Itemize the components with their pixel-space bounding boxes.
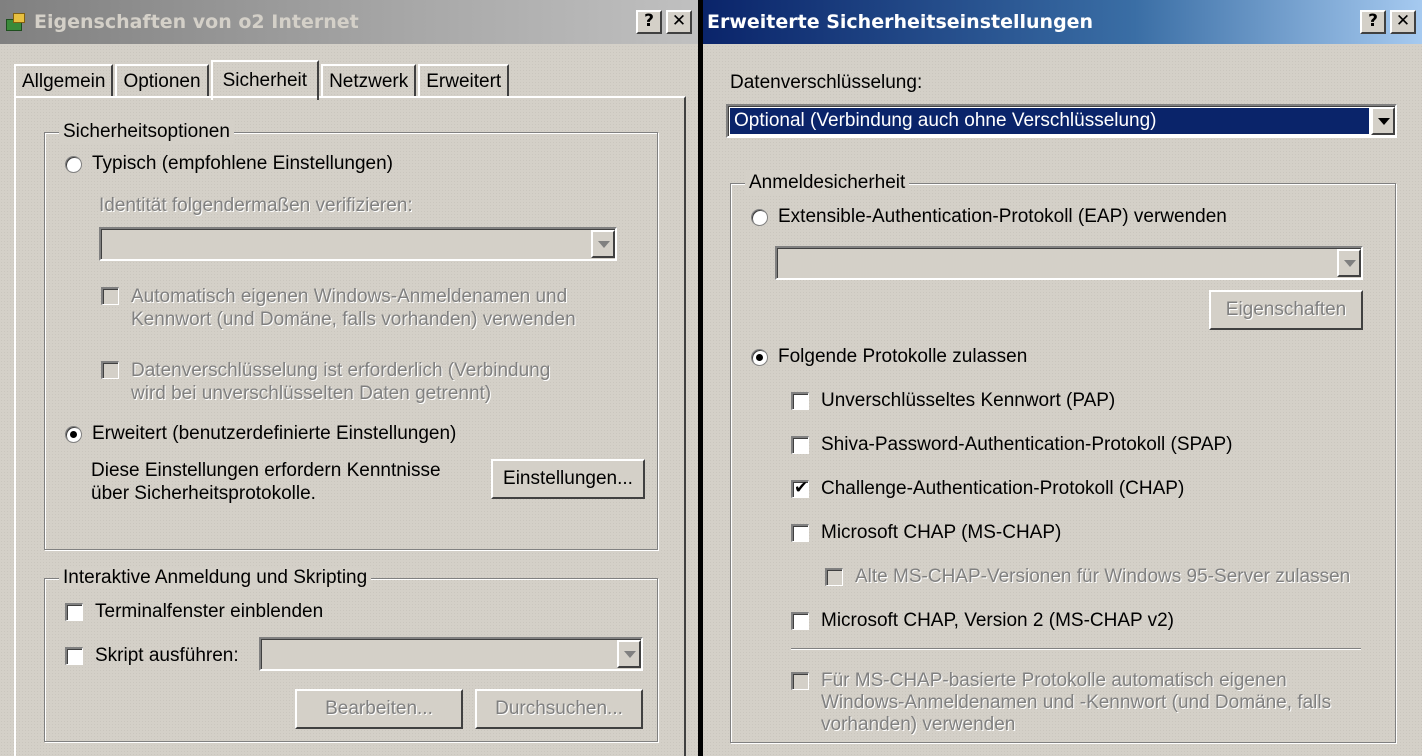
typical-radio-row[interactable]: Typisch (empfohlene Einstellungen) — [65, 153, 393, 175]
spap-checkbox[interactable] — [791, 436, 809, 454]
auto-logon-line2: Kennwort (und Domäne, falls vorhanden) v… — [131, 309, 576, 330]
mschap-label: Microsoft CHAP (MS-CHAP) — [821, 522, 1062, 543]
help-button[interactable]: ? — [636, 10, 662, 34]
script-combo[interactable] — [259, 637, 643, 671]
mschap-auto-line3: vorhanden) verwenden — [821, 714, 1016, 735]
eap-combo[interactable] — [775, 246, 1363, 280]
security-tab-panel: Sicherheitsoptionen Typisch (empfohlene … — [14, 96, 686, 756]
mschap-auto-checkbox[interactable] — [791, 672, 809, 690]
mschap-old-label: Alte MS-CHAP-Versionen für Windows 95-Se… — [855, 566, 1351, 587]
close-button[interactable]: ✕ — [1390, 10, 1416, 34]
logon-security-group: Anmeldesicherheit Extensible-Authenticat… — [730, 172, 1396, 743]
advanced-radio[interactable] — [65, 425, 82, 443]
auto-logon-checkbox[interactable] — [101, 287, 119, 305]
properties-dialog: Eigenschaften von o2 Internet ? ✕ Allgem… — [0, 0, 698, 756]
properties-titlebar[interactable]: Eigenschaften von o2 Internet ? ✕ — [0, 0, 698, 44]
encryption-required-checkbox[interactable] — [101, 361, 119, 379]
encryption-select-value: Optional (Verbindung auch ohne Verschlüs… — [730, 108, 1369, 134]
typical-radio[interactable] — [65, 155, 82, 173]
auto-logon-row[interactable]: Automatisch eigenen Windows-Anmeldenamen… — [101, 285, 576, 331]
help-button[interactable]: ? — [1360, 10, 1386, 34]
security-options-group: Sicherheitsoptionen Typisch (empfohlene … — [44, 121, 658, 550]
pap-checkbox[interactable] — [791, 392, 809, 410]
chap-label: Challenge-Authentication-Protokoll (CHAP… — [821, 478, 1185, 499]
script-checkbox[interactable] — [65, 647, 83, 665]
encryption-select[interactable]: Optional (Verbindung auch ohne Verschlüs… — [726, 104, 1397, 138]
chevron-down-icon[interactable] — [591, 230, 615, 258]
chap-row[interactable]: ✔ Challenge-Authentication-Protokoll (CH… — [791, 478, 1184, 500]
tab-netzwerk[interactable]: Netzwerk — [321, 64, 417, 98]
mschap-old-row[interactable]: Alte MS-CHAP-Versionen für Windows 95-Se… — [825, 566, 1350, 588]
encryption-label: Datenverschlüsselung: — [730, 72, 923, 93]
verify-combo[interactable] — [99, 227, 617, 261]
spap-label: Shiva-Password-Authentication-Protokoll … — [821, 434, 1233, 455]
logon-security-label: Anmeldesicherheit — [745, 172, 910, 194]
tab-sicherheit[interactable]: Sicherheit — [210, 60, 320, 100]
typical-radio-label: Typisch (empfohlene Einstellungen) — [92, 153, 394, 174]
eap-radio-label: Extensible-Authentication-Protokoll (EAP… — [778, 206, 1227, 227]
allow-protocols-row[interactable]: Folgende Protokolle zulassen — [751, 346, 1027, 368]
advanced-security-dialog: Erweiterte Sicherheitseinstellungen ? ✕ … — [703, 0, 1422, 756]
browse-button[interactable]: Durchsuchen... — [475, 689, 643, 729]
mschap-auto-line2: Windows-Anmeldenamen und -Kennwort (und … — [821, 692, 1332, 713]
mschap-auto-line1: Für MS-CHAP-basierte Protokolle automati… — [821, 670, 1287, 691]
allow-protocols-label: Folgende Protokolle zulassen — [778, 346, 1028, 367]
chevron-down-icon[interactable] — [1371, 107, 1395, 135]
advanced-note: Diese Einstellungen erfordern Kenntnisse… — [91, 459, 441, 505]
mschap-old-checkbox[interactable] — [825, 568, 843, 586]
tab-allgemein[interactable]: Allgemein — [14, 64, 114, 98]
script-label: Skript ausführen: — [95, 645, 239, 666]
network-connection-icon — [4, 11, 26, 33]
auto-logon-line1: Automatisch eigenen Windows-Anmeldenamen… — [131, 286, 568, 307]
advanced-note-line1: Diese Einstellungen erfordern Kenntnisse — [91, 460, 441, 481]
pap-label: Unverschlüsseltes Kennwort (PAP) — [821, 390, 1116, 411]
verify-label: Identität folgendermaßen verifizieren: — [99, 195, 413, 216]
interactive-logon-label: Interaktive Anmeldung und Skripting — [59, 567, 372, 589]
advanced-security-title: Erweiterte Sicherheitseinstellungen — [707, 11, 1094, 33]
settings-button[interactable]: Einstellungen... — [491, 459, 645, 499]
encryption-required-line1: Datenverschlüsselung ist erforderlich (V… — [131, 360, 551, 381]
terminal-row[interactable]: Terminalfenster einblenden — [65, 601, 323, 623]
advanced-radio-label: Erweitert (benutzerdefinierte Einstellun… — [92, 423, 457, 444]
tab-erweitert[interactable]: Erweitert — [418, 64, 510, 98]
security-options-label: Sicherheitsoptionen — [59, 121, 234, 143]
pap-row[interactable]: Unverschlüsseltes Kennwort (PAP) — [791, 390, 1115, 412]
close-button[interactable]: ✕ — [666, 10, 692, 34]
terminal-checkbox[interactable] — [65, 603, 83, 621]
encryption-required-row[interactable]: Datenverschlüsselung ist erforderlich (V… — [101, 359, 550, 405]
tab-strip: Allgemein Optionen Sicherheit Netzwerk E… — [14, 60, 511, 100]
encryption-required-line2: wird bei unverschlüsselten Daten getrenn… — [131, 383, 492, 404]
advanced-security-titlebar[interactable]: Erweiterte Sicherheitseinstellungen ? ✕ — [703, 0, 1422, 44]
eap-radio[interactable] — [751, 208, 768, 226]
allow-protocols-radio[interactable] — [751, 348, 768, 366]
mschap-v2-label: Microsoft CHAP, Version 2 (MS-CHAP v2) — [821, 610, 1175, 631]
checkmark-icon: ✔ — [794, 478, 809, 498]
chap-checkbox[interactable]: ✔ — [791, 478, 809, 498]
mschap-v2-checkbox[interactable] — [791, 612, 809, 630]
edit-button[interactable]: Bearbeiten... — [295, 689, 463, 729]
spap-row[interactable]: Shiva-Password-Authentication-Protokoll … — [791, 434, 1233, 456]
advanced-note-line2: über Sicherheitsprotokolle. — [91, 483, 316, 504]
properties-button[interactable]: Eigenschaften — [1209, 290, 1363, 330]
mschap-v2-row[interactable]: Microsoft CHAP, Version 2 (MS-CHAP v2) — [791, 610, 1174, 632]
advanced-radio-row[interactable]: Erweitert (benutzerdefinierte Einstellun… — [65, 423, 456, 445]
interactive-logon-group: Interaktive Anmeldung und Skripting Term… — [44, 567, 658, 742]
mschap-row[interactable]: Microsoft CHAP (MS-CHAP) — [791, 522, 1061, 544]
script-row[interactable]: Skript ausführen: — [65, 645, 239, 667]
eap-radio-row[interactable]: Extensible-Authentication-Protokoll (EAP… — [751, 206, 1227, 228]
properties-title: Eigenschaften von o2 Internet — [34, 11, 359, 33]
terminal-label: Terminalfenster einblenden — [95, 601, 324, 622]
chevron-down-icon[interactable] — [617, 640, 641, 668]
mschap-checkbox[interactable] — [791, 524, 809, 542]
chevron-down-icon[interactable] — [1337, 249, 1361, 277]
tab-optionen[interactable]: Optionen — [115, 64, 209, 98]
mschap-auto-row[interactable]: Für MS-CHAP-basierte Protokolle automati… — [791, 670, 1331, 736]
separator — [791, 648, 1361, 650]
